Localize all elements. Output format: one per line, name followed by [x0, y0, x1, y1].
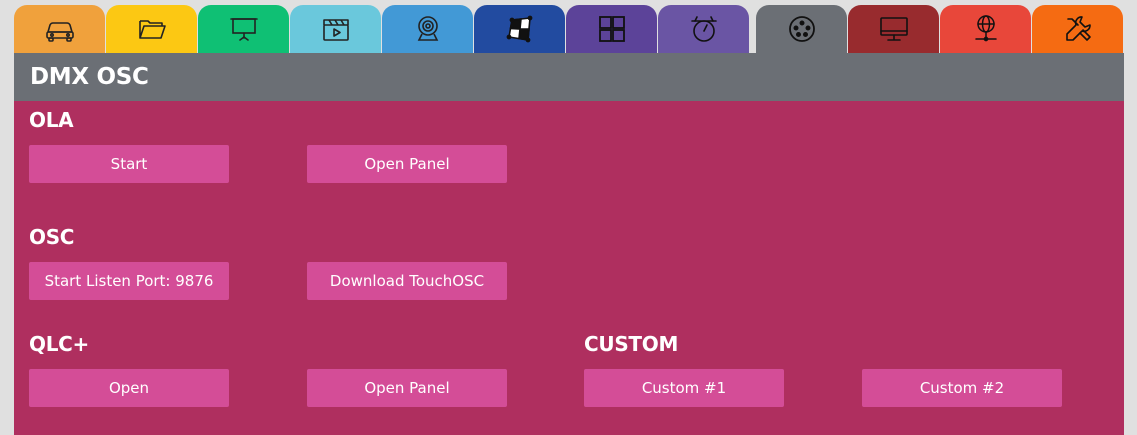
qlc-open-panel-button[interactable]: Open Panel	[307, 369, 507, 407]
tab-projector-screen[interactable]	[198, 5, 289, 53]
tab-grid[interactable]	[566, 5, 657, 53]
network-icon	[974, 15, 997, 42]
tab-timer[interactable]	[658, 5, 749, 53]
timer-icon	[690, 16, 717, 42]
tab-tools[interactable]	[1032, 5, 1123, 53]
monitor-icon	[879, 17, 908, 41]
section-title-qlc: QLC+	[29, 332, 89, 356]
dmx-osc-panel: DMX OSC OLA Start Open Panel OSC Start L…	[14, 53, 1124, 435]
download-touchosc-button[interactable]: Download TouchOSC	[307, 262, 507, 300]
section-title-ola: OLA	[29, 108, 74, 132]
dmx-connector-icon	[788, 16, 815, 42]
custom-2-button[interactable]: Custom #2	[862, 369, 1062, 407]
panel-title: DMX OSC	[30, 64, 149, 90]
ola-open-panel-button[interactable]: Open Panel	[307, 145, 507, 183]
tab-network[interactable]	[940, 5, 1031, 53]
qlc-open-button[interactable]: Open	[29, 369, 229, 407]
tab-mapping[interactable]	[474, 5, 565, 53]
projector-screen-icon	[229, 18, 258, 41]
tab-car[interactable]	[14, 5, 105, 53]
tab-monitor[interactable]	[848, 5, 939, 53]
custom-1-button[interactable]: Custom #1	[584, 369, 784, 407]
tab-folder[interactable]	[106, 5, 197, 53]
panel-header: DMX OSC	[14, 53, 1124, 101]
ola-start-button[interactable]: Start	[29, 145, 229, 183]
osc-listen-button[interactable]: Start Listen Port: 9876	[29, 262, 229, 300]
section-title-custom: CUSTOM	[584, 332, 679, 356]
tab-bar	[14, 5, 1124, 53]
car-icon	[45, 22, 74, 42]
mapping-icon	[506, 15, 532, 43]
section-title-osc: OSC	[29, 225, 75, 249]
clapperboard-icon	[322, 19, 349, 41]
folder-icon	[138, 20, 166, 39]
tab-webcam[interactable]	[382, 5, 473, 53]
tab-dmx-osc[interactable]	[756, 5, 847, 53]
grid-icon	[598, 16, 625, 42]
tools-icon	[1065, 16, 1091, 41]
webcam-icon	[417, 16, 438, 41]
tab-video[interactable]	[290, 5, 381, 53]
